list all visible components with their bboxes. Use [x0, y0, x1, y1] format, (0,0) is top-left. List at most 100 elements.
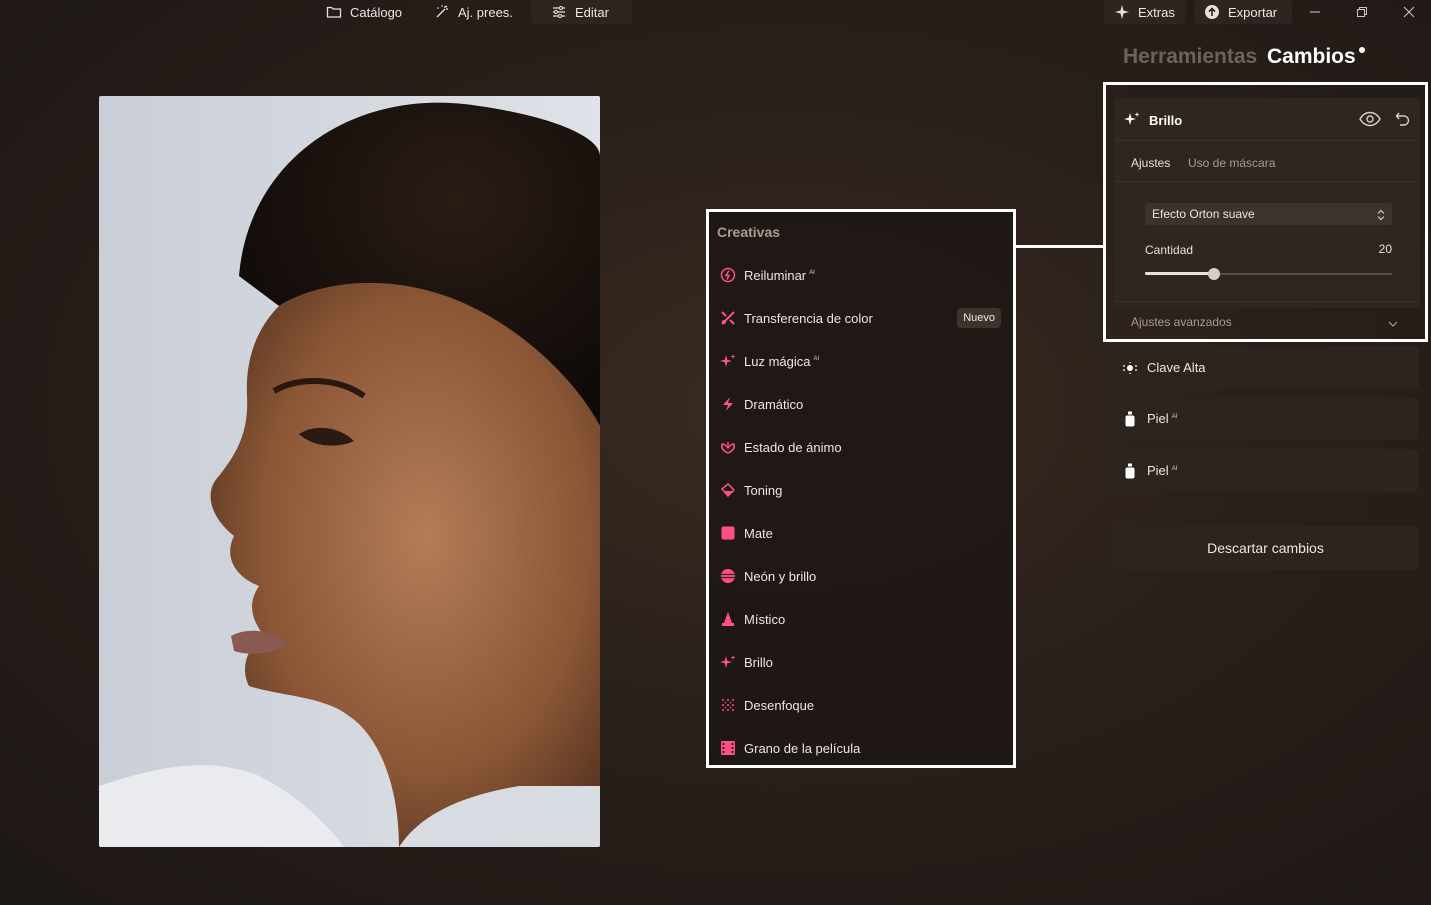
change-item-skin-1[interactable]: Piel AI: [1112, 397, 1419, 440]
eye-icon[interactable]: [1359, 111, 1381, 132]
creative-item-label: Desenfoque: [744, 697, 815, 713]
changes-dot: [1358, 47, 1365, 53]
sparkle-icon: [1115, 5, 1129, 19]
sliders-icon: [553, 6, 565, 18]
effect-select-value: Efecto Orton suave: [1152, 207, 1255, 221]
glow-icon: [1124, 111, 1140, 132]
creative-heading: Creativas: [717, 224, 781, 240]
ai-tag: AI: [809, 270, 815, 277]
creative-item-label: Transferencia de color: [744, 310, 873, 326]
creative-item-color-transfer[interactable]: Transferencia de color Nuevo: [709, 300, 1013, 336]
magic-wand-icon: [436, 5, 448, 18]
edit-button[interactable]: Editar: [531, 0, 632, 24]
tab-changes[interactable]: Cambios: [1267, 45, 1365, 69]
advanced-divider: [1114, 301, 1420, 302]
creative-item-relight[interactable]: Reiluminar AI: [709, 257, 1013, 293]
brillo-header[interactable]: Brillo: [1114, 98, 1420, 141]
creative-menu: Creativas Reiluminar AI Transferencia de …: [706, 209, 1016, 768]
high-key-icon: [1122, 360, 1138, 376]
creative-item-toning[interactable]: Toning: [709, 472, 1013, 508]
folder-icon: [326, 6, 342, 18]
callout-connector: [1016, 245, 1104, 248]
amount-slider[interactable]: [1145, 268, 1392, 280]
brillo-card: Brillo Ajustes Uso de máscara Efecto Ort…: [1114, 98, 1420, 329]
mood-icon: [719, 438, 737, 456]
advanced-label: Ajustes avanzados: [1131, 315, 1232, 329]
advanced-toggle[interactable]: Ajustes avanzados: [1114, 308, 1420, 338]
creative-item-label: Neón y brillo: [744, 568, 817, 584]
film-grain-icon: [719, 739, 737, 757]
extras-button[interactable]: Extras: [1104, 0, 1186, 24]
amount-label: Cantidad: [1145, 243, 1194, 257]
close-icon[interactable]: [1399, 2, 1419, 22]
change-item-label: Piel: [1147, 463, 1169, 478]
catalog-button[interactable]: Catálogo: [316, 0, 412, 24]
portrait-image: [99, 96, 600, 847]
slider-fill: [1145, 272, 1214, 275]
creative-item-label: Grano de la película: [744, 740, 861, 756]
matte-icon: [719, 524, 737, 542]
ai-tag: AI: [1171, 465, 1178, 472]
chevron-down-icon: [1388, 316, 1398, 334]
creative-item-label: Toning: [744, 482, 783, 498]
mystic-icon: [719, 610, 737, 628]
edit-label: Editar: [575, 4, 609, 20]
minimize-icon[interactable]: [1305, 2, 1325, 22]
catalog-label: Catálogo: [350, 4, 403, 20]
new-badge: Nuevo: [957, 308, 1001, 328]
ai-tag: AI: [1171, 413, 1178, 420]
brillo-highlight: Brillo Ajustes Uso de máscara Efecto Ort…: [1103, 82, 1428, 342]
effect-select[interactable]: Efecto Orton suave: [1145, 203, 1392, 225]
creative-item-dramatic[interactable]: Dramático: [709, 386, 1013, 422]
creative-item-film-grain[interactable]: Grano de la película: [709, 730, 1013, 766]
skin-bottle-icon: [1122, 411, 1138, 427]
amount-value[interactable]: 20: [1379, 242, 1392, 256]
tab-mask[interactable]: Uso de máscara: [1188, 156, 1275, 170]
creative-item-magic-light[interactable]: Luz mágica AI: [709, 343, 1013, 379]
relight-icon: [719, 266, 737, 284]
creative-item-label: Reiluminar: [744, 267, 807, 283]
color-transfer-icon: [719, 309, 737, 327]
dramatic-icon: [719, 395, 737, 413]
creative-item-neon[interactable]: Neón y brillo: [709, 558, 1013, 594]
creative-item-label: Luz mágica: [744, 353, 811, 369]
toning-icon: [719, 481, 737, 499]
creative-item-label: Estado de ánimo: [744, 439, 842, 455]
tab-divider: [1114, 181, 1420, 182]
creative-item-mood[interactable]: Estado de ánimo: [709, 429, 1013, 465]
tab-tools[interactable]: Herramientas: [1123, 45, 1257, 69]
export-label: Exportar: [1228, 4, 1278, 20]
change-item-high-key[interactable]: Clave Alta: [1112, 346, 1419, 389]
change-item-label: Piel: [1147, 411, 1169, 426]
discard-changes-button[interactable]: Descartar cambios: [1112, 526, 1419, 570]
photo-canvas[interactable]: [99, 96, 600, 847]
glow-icon: [719, 653, 737, 671]
export-button[interactable]: Exportar: [1194, 0, 1292, 24]
brillo-title: Brillo: [1149, 113, 1183, 128]
creative-item-label: Brillo: [744, 654, 773, 670]
presets-label: Aj. prees.: [458, 4, 513, 20]
creative-item-label: Dramático: [744, 396, 804, 412]
creative-item-blur[interactable]: Desenfoque: [709, 687, 1013, 723]
tab-changes-label: Cambios: [1267, 45, 1356, 68]
magic-light-icon: [719, 352, 737, 370]
creative-item-mystic[interactable]: Místico: [709, 601, 1013, 637]
tab-adjust[interactable]: Ajustes: [1131, 156, 1170, 170]
undo-icon[interactable]: [1395, 111, 1411, 132]
export-icon: [1205, 5, 1219, 19]
slider-thumb[interactable]: [1208, 268, 1220, 280]
creative-item-label: Místico: [744, 611, 786, 627]
creative-item-matte[interactable]: Mate: [709, 515, 1013, 551]
chevron-updown-icon: [1376, 208, 1386, 226]
creative-item-glow[interactable]: Brillo: [709, 644, 1013, 680]
neon-icon: [719, 567, 737, 585]
ai-tag: AI: [813, 356, 820, 363]
restore-icon[interactable]: [1352, 2, 1372, 22]
creative-item-label: Mate: [744, 525, 773, 541]
skin-bottle-icon: [1122, 463, 1138, 479]
blur-icon: [719, 696, 737, 714]
extras-label: Extras: [1138, 4, 1175, 20]
change-item-label: Clave Alta: [1147, 360, 1206, 375]
change-item-skin-2[interactable]: Piel AI: [1112, 449, 1419, 492]
presets-button[interactable]: Aj. prees.: [424, 0, 523, 24]
